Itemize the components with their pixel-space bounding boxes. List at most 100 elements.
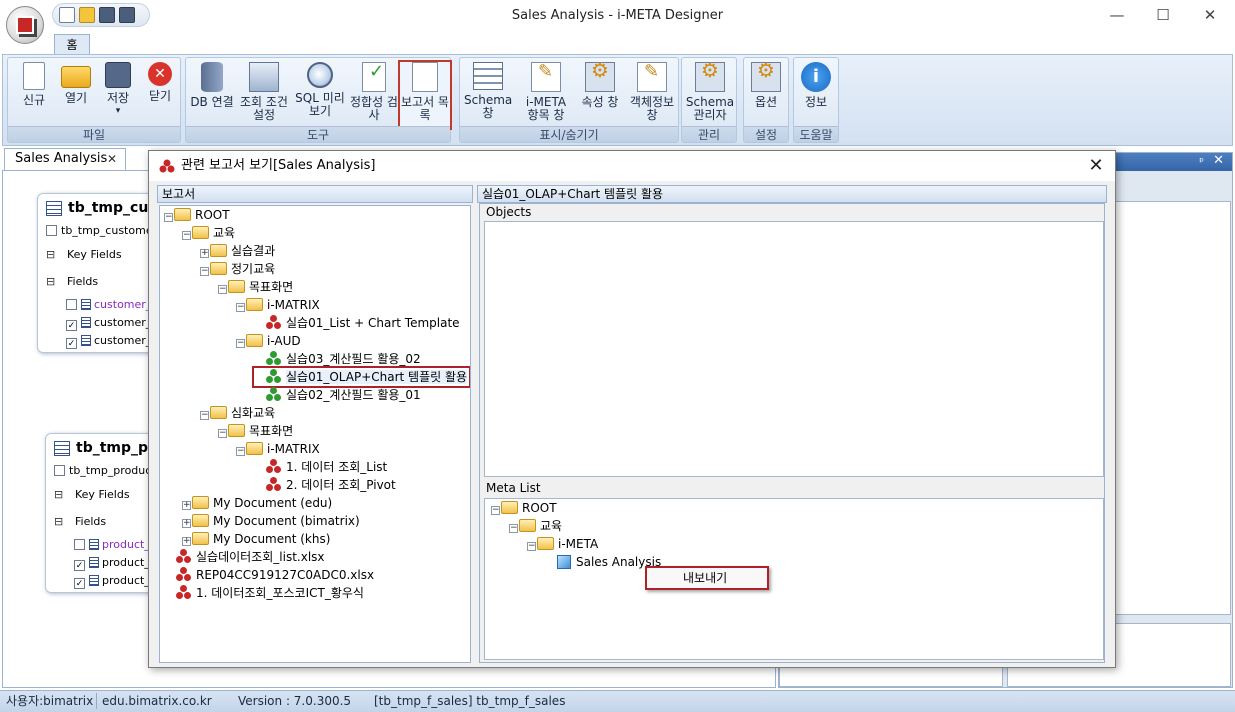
reports-tree[interactable]: − ROOT − 교육 + 실습결과 − 정기교육 − 목표화면 − i-MATRIX 실습01_Lis… <box>159 205 471 663</box>
collapse-icon[interactable]: − <box>200 411 209 420</box>
tree-node[interactable]: 1. 데이터조회_포스코ICT_황우식 <box>164 584 364 602</box>
tree-node[interactable]: − 심화교육 <box>200 404 275 422</box>
group-label-file: 파일 <box>8 126 180 142</box>
dialog-logo-icon <box>159 159 175 173</box>
collapse-icon[interactable]: − <box>218 429 227 438</box>
tree-node-label: 정기교육 <box>231 262 276 276</box>
tree-node[interactable]: Sales Analysis <box>545 553 661 571</box>
dock-close-icon[interactable]: ✕ <box>1213 153 1224 168</box>
imeta-items-button[interactable]: i-META 항목 창 <box>520 62 572 128</box>
expand-icon[interactable]: + <box>182 519 191 528</box>
tree-node[interactable]: − 교육 <box>182 224 235 242</box>
meta-list-tree[interactable]: − ROOT − 교육 − i-META Sales Analysis <box>484 498 1104 660</box>
pin-icon[interactable]: ᵖ <box>1199 155 1204 168</box>
query-condition-button[interactable]: 조회 조건 설정 <box>238 62 290 128</box>
field-checkbox[interactable] <box>66 299 77 310</box>
tree-node[interactable]: 실습01_List + Chart Template <box>254 314 460 332</box>
tree-node[interactable]: REP04CC919127C0ADC0.xlsx <box>164 566 374 584</box>
collapse-icon[interactable]: ⊟ <box>54 486 63 504</box>
tree-node[interactable]: − 교육 <box>509 517 562 535</box>
tree-node[interactable]: − 목표화면 <box>218 278 293 296</box>
tree-node[interactable]: + My Document (edu) <box>182 494 332 512</box>
tree-node[interactable]: − ROOT <box>164 206 230 224</box>
tree-node[interactable]: + 실습결과 <box>200 242 275 260</box>
tree-node[interactable]: 실습데이터조회_list.xlsx <box>164 548 325 566</box>
collapse-icon[interactable]: − <box>509 524 518 533</box>
collapse-icon[interactable]: ⊟ <box>54 513 63 531</box>
new-button[interactable]: 신규 <box>10 62 58 128</box>
tree-node[interactable]: + My Document (bimatrix) <box>182 512 360 530</box>
field-checkbox-checked[interactable]: ✓ <box>66 320 77 331</box>
tree-node[interactable]: − ROOT <box>491 499 557 517</box>
tree-node[interactable]: − i-MATRIX <box>236 296 320 314</box>
close-tab-icon[interactable]: ✕ <box>107 149 117 169</box>
tree-node-label: 목표화면 <box>249 280 294 294</box>
tree-node-label: 실습01_OLAP+Chart 템플릿 활용 <box>286 370 468 384</box>
options-button[interactable]: 옵션 <box>744 62 788 128</box>
maximize-button[interactable]: ☐ <box>1148 4 1178 26</box>
field-checkbox[interactable] <box>74 539 85 550</box>
tree-node-label: My Document (bimatrix) <box>213 514 360 528</box>
tree-node[interactable]: 실습01_OLAP+Chart 템플릿 활용 <box>251 366 470 388</box>
collapse-icon[interactable]: − <box>200 267 209 276</box>
close-doc-button[interactable]: ✕ 닫기 <box>136 62 184 128</box>
collapse-icon[interactable]: ⊟ <box>46 246 55 264</box>
info-button[interactable]: i 정보 <box>794 62 838 128</box>
folder-icon <box>228 424 245 437</box>
tree-node-label: ROOT <box>195 208 230 222</box>
tree-node[interactable]: 실습03_계산필드 활용_02 <box>254 350 421 368</box>
field-checkbox-checked[interactable]: ✓ <box>74 560 85 571</box>
tree-node[interactable]: + My Document (khs) <box>182 530 330 548</box>
collapse-icon[interactable]: − <box>527 542 536 551</box>
expand-icon[interactable]: + <box>182 501 191 510</box>
field-checkbox-checked[interactable]: ✓ <box>66 338 77 349</box>
save-button[interactable]: 저장 ▾ <box>94 62 142 128</box>
db-connect-button[interactable]: DB 연결 <box>188 62 236 128</box>
report-green-icon <box>266 387 282 402</box>
collapse-icon[interactable]: − <box>491 506 500 515</box>
object-info-button[interactable]: 객체정보 창 <box>626 62 678 128</box>
tree-node[interactable]: − i-MATRIX <box>236 440 320 458</box>
context-menu-export[interactable]: 내보내기 <box>645 566 769 590</box>
tree-node[interactable]: 2. 데이터 조회_Pivot <box>254 476 396 494</box>
properties-icon <box>585 62 615 92</box>
tree-node[interactable]: − 목표화면 <box>218 422 293 440</box>
tree-node[interactable]: 1. 데이터 조회_List <box>254 458 387 476</box>
document-tab-sales-analysis[interactable]: Sales Analysis ✕ <box>4 148 126 170</box>
schema-manager-button[interactable]: Schema 관리자 <box>684 62 736 128</box>
status-email: edu.bimatrix.co.kr <box>102 694 212 708</box>
consistency-check-button[interactable]: 정합성 검사 <box>350 62 398 128</box>
table-checkbox[interactable] <box>54 465 65 476</box>
close-window-button[interactable]: ✕ <box>1195 4 1225 26</box>
tree-node[interactable]: − i-AUD <box>236 332 301 350</box>
report-red-icon <box>266 315 282 330</box>
field-checkbox-checked[interactable]: ✓ <box>74 578 85 589</box>
schema-window-button[interactable]: Schema 창 <box>464 62 512 128</box>
collapse-icon[interactable]: − <box>236 339 245 348</box>
collapse-icon[interactable]: − <box>236 303 245 312</box>
app-logo-icon[interactable] <box>6 6 44 44</box>
expand-icon[interactable]: + <box>200 249 209 258</box>
ribbon-group-settings: 옵션 설정 <box>743 57 789 143</box>
tree-node[interactable]: − i-META <box>527 535 598 553</box>
collapse-icon[interactable]: ⊟ <box>46 273 55 291</box>
dialog-close-button[interactable]: ✕ <box>1083 151 1109 181</box>
objects-list[interactable] <box>484 221 1104 477</box>
info-icon: i <box>801 62 831 92</box>
expand-icon[interactable]: + <box>182 537 191 546</box>
collapse-icon[interactable]: − <box>182 231 191 240</box>
collapse-icon[interactable]: − <box>218 285 227 294</box>
tab-home[interactable]: 홈 <box>54 34 90 56</box>
tree-node[interactable]: 실습02_계산필드 활용_01 <box>254 386 421 404</box>
table-checkbox[interactable] <box>46 225 57 236</box>
minimize-button[interactable]: — <box>1102 4 1132 26</box>
ribbon-group-manage: Schema 관리자 관리 <box>681 57 737 143</box>
tree-node[interactable]: − 정기교육 <box>200 260 275 278</box>
collapse-icon[interactable]: − <box>236 447 245 456</box>
sql-preview-button[interactable]: SQL 미리보기 <box>294 62 346 128</box>
report-list-button[interactable]: 보고서 목록 <box>398 60 452 130</box>
open-button[interactable]: 열기 <box>52 62 100 128</box>
properties-window-button[interactable]: 속성 창 <box>576 62 624 128</box>
collapse-icon[interactable]: − <box>164 213 173 222</box>
cube-icon <box>557 555 571 569</box>
